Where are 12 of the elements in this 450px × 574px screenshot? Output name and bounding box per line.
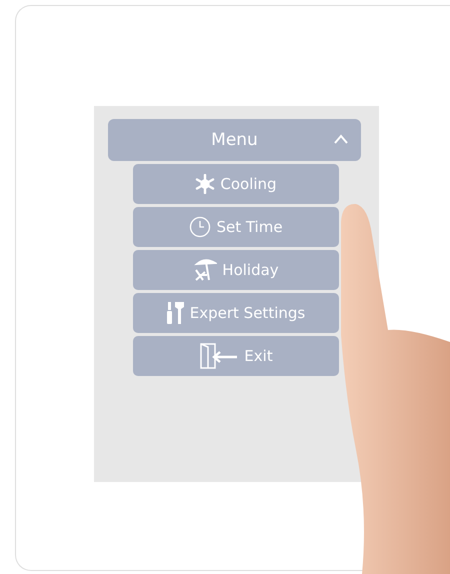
snowflake-icon bbox=[195, 174, 216, 194]
menu-item[interactable]: Set Time bbox=[133, 207, 339, 247]
menu-header[interactable]: Menu bbox=[108, 119, 361, 161]
menu-item[interactable]: Holiday bbox=[133, 250, 339, 290]
menu-item[interactable]: Expert Settings bbox=[133, 293, 339, 333]
menu-title: Menu bbox=[211, 130, 258, 150]
menu-item[interactable]: Cooling bbox=[133, 164, 339, 204]
clock-icon bbox=[189, 216, 212, 238]
exit-door-icon bbox=[199, 343, 240, 369]
tools-icon bbox=[166, 301, 185, 325]
beach-chair-icon bbox=[193, 258, 218, 282]
menu-item[interactable]: Exit bbox=[133, 336, 339, 376]
